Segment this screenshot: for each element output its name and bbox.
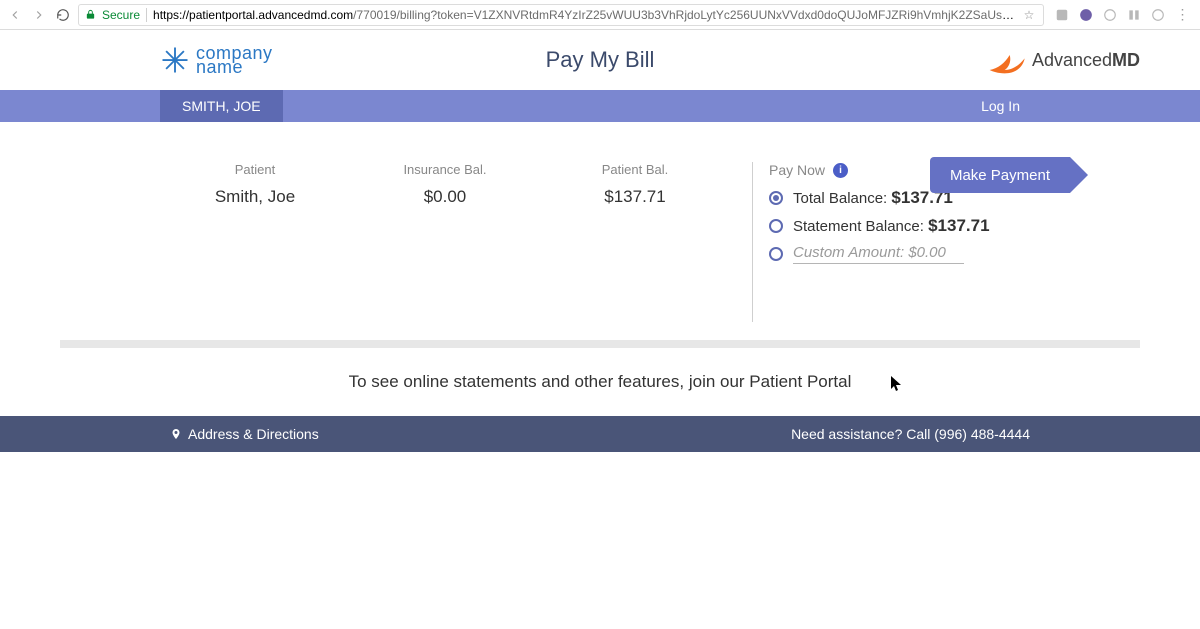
vertical-divider — [752, 162, 753, 322]
snowflake-icon — [160, 45, 190, 75]
patient-col: Patient Smith, Joe — [160, 162, 350, 207]
option-text: Total Balance: $137.71 — [793, 188, 953, 208]
ext-icon-2[interactable] — [1078, 7, 1094, 23]
content: Patient Smith, Joe Insurance Bal. $0.00 … — [0, 122, 1200, 452]
advancedmd-logo[interactable]: AdvancedMD — [988, 46, 1140, 74]
page: company name Pay My Bill AdvancedMD SMIT… — [0, 30, 1200, 452]
address-text: Address & Directions — [188, 426, 319, 442]
radio-icon[interactable] — [769, 219, 783, 233]
option-custom-amount[interactable]: Custom Amount: $0.00 — [769, 244, 990, 264]
lock-icon — [85, 9, 96, 20]
navbar: SMITH, JOE Log In — [0, 90, 1200, 122]
ext-icon-1[interactable] — [1054, 7, 1070, 23]
browser-toolbar: Secure https://patientportal.advancedmd.… — [0, 0, 1200, 30]
company-logo[interactable]: company name — [160, 45, 273, 75]
info-icon[interactable]: i — [833, 163, 848, 178]
make-payment-button[interactable]: Make Payment — [930, 157, 1070, 193]
company-name: company name — [196, 45, 273, 75]
cta-message: To see online statements and other featu… — [60, 372, 1140, 392]
address-bar[interactable]: Secure https://patientportal.advancedmd.… — [78, 4, 1044, 26]
ext-icon-5[interactable] — [1150, 7, 1166, 23]
pay-now-title: Pay Now — [769, 162, 825, 178]
page-title: Pay My Bill — [546, 47, 655, 73]
bookmark-star-icon[interactable]: ☆ — [1021, 8, 1037, 22]
balances-row: Patient Smith, Joe Insurance Bal. $0.00 … — [160, 162, 1140, 322]
login-link[interactable]: Log In — [981, 98, 1020, 114]
option-statement-balance[interactable]: Statement Balance: $137.71 — [769, 216, 990, 236]
patient-name-tab[interactable]: SMITH, JOE — [160, 90, 283, 122]
chrome-menu-icon[interactable]: ⋮ — [1174, 7, 1190, 23]
ext-icon-4[interactable] — [1126, 7, 1142, 23]
secure-label: Secure — [102, 8, 140, 22]
insurance-label: Insurance Bal. — [350, 162, 540, 177]
url-text: https://patientportal.advancedmd.com/770… — [153, 8, 1015, 22]
separator — [146, 8, 147, 22]
option-text: Statement Balance: $137.71 — [793, 216, 990, 236]
section-divider — [60, 340, 1140, 348]
patient-bal-label: Patient Bal. — [540, 162, 730, 177]
bird-icon — [988, 46, 1028, 74]
radio-icon[interactable] — [769, 247, 783, 261]
brand-row: company name Pay My Bill AdvancedMD — [0, 30, 1200, 90]
patient-label: Patient — [160, 162, 350, 177]
extension-icons: ⋮ — [1050, 7, 1194, 23]
make-payment-wrap: Make Payment — [930, 157, 1070, 193]
assistance-text: Need assistance? Call (996) 488-4444 — [791, 426, 1030, 442]
address-directions-link[interactable]: Address & Directions — [170, 426, 319, 442]
radio-icon[interactable] — [769, 191, 783, 205]
advancedmd-text: AdvancedMD — [1032, 50, 1140, 71]
custom-amount-input[interactable]: Custom Amount: $0.00 — [793, 244, 964, 264]
forward-button[interactable] — [30, 6, 48, 24]
patient-balance-col: Patient Bal. $137.71 — [540, 162, 730, 207]
pin-icon — [170, 427, 182, 441]
back-button[interactable] — [6, 6, 24, 24]
footer: Address & Directions Need assistance? Ca… — [0, 416, 1200, 452]
reload-button[interactable] — [54, 6, 72, 24]
insurance-col: Insurance Bal. $0.00 — [350, 162, 540, 207]
patient-bal-value: $137.71 — [540, 187, 730, 207]
patient-value: Smith, Joe — [160, 187, 350, 207]
ext-icon-3[interactable] — [1102, 7, 1118, 23]
insurance-value: $0.00 — [350, 187, 540, 207]
